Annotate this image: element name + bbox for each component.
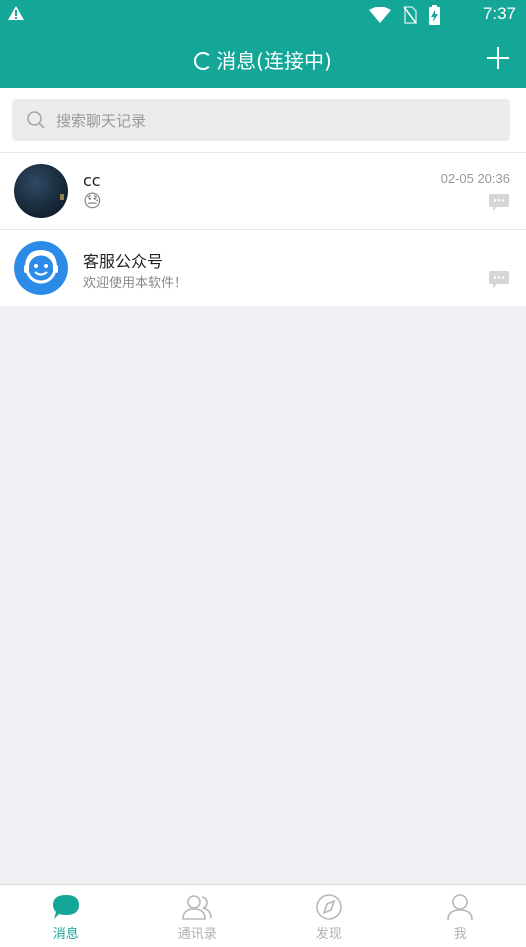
conversation-name: cc — [83, 171, 101, 190]
battery-charging-icon — [429, 5, 440, 25]
conversation-list: cc 😓 02-05 20:36 客服公众号 欢迎使用本软件！ — [0, 152, 526, 306]
contacts-icon — [182, 895, 213, 920]
bottom-tab-bar: 消息 通讯录 发现 我 — [0, 884, 526, 947]
search-input[interactable]: 搜索聊天记录 — [12, 99, 510, 141]
conversation-preview: 欢迎使用本软件！ — [83, 276, 188, 291]
compass-icon — [315, 894, 342, 920]
search-placeholder: 搜索聊天记录 — [56, 111, 147, 130]
app-bar: 消息(连接中) — [0, 30, 526, 88]
conversation-name: 客服公众号 — [83, 252, 164, 271]
tab-contacts[interactable]: 通讯录 — [132, 885, 264, 947]
avatar — [14, 164, 68, 218]
page-title: 消息(连接中) — [0, 45, 526, 74]
profile-icon — [447, 894, 474, 921]
loading-spinner-icon — [194, 52, 213, 70]
tab-label: 我 — [453, 927, 467, 942]
status-bar: 7:37 — [0, 0, 526, 30]
message-icon — [489, 271, 509, 288]
tab-discover[interactable]: 发现 — [263, 885, 395, 947]
message-icon — [489, 194, 509, 211]
status-icons — [369, 5, 440, 25]
page-title-text: 消息(连接中) — [216, 49, 332, 73]
tab-label: 发现 — [315, 927, 342, 942]
conversation-item-cc[interactable]: cc 😓 02-05 20:36 — [0, 152, 526, 229]
tab-me[interactable]: 我 — [395, 885, 526, 947]
avatar — [14, 241, 68, 295]
tab-messages[interactable]: 消息 — [0, 885, 132, 947]
search-icon — [27, 111, 45, 129]
conversation-item-customer-service[interactable]: 客服公众号 欢迎使用本软件！ — [0, 229, 526, 306]
conversation-time: 02-05 20:36 — [440, 171, 510, 186]
wifi-icon — [369, 6, 391, 23]
no-sim-icon — [403, 6, 417, 24]
add-icon[interactable] — [486, 46, 510, 70]
conversation-preview-emoji: 😓 — [83, 191, 102, 212]
clock: 7:37 — [482, 4, 516, 23]
search-section: 搜索聊天记录 — [0, 88, 526, 152]
tab-label: 通讯录 — [177, 927, 217, 942]
tab-label: 消息 — [52, 927, 79, 942]
warning-icon — [8, 6, 24, 20]
chat-bubble-icon — [52, 895, 79, 919]
